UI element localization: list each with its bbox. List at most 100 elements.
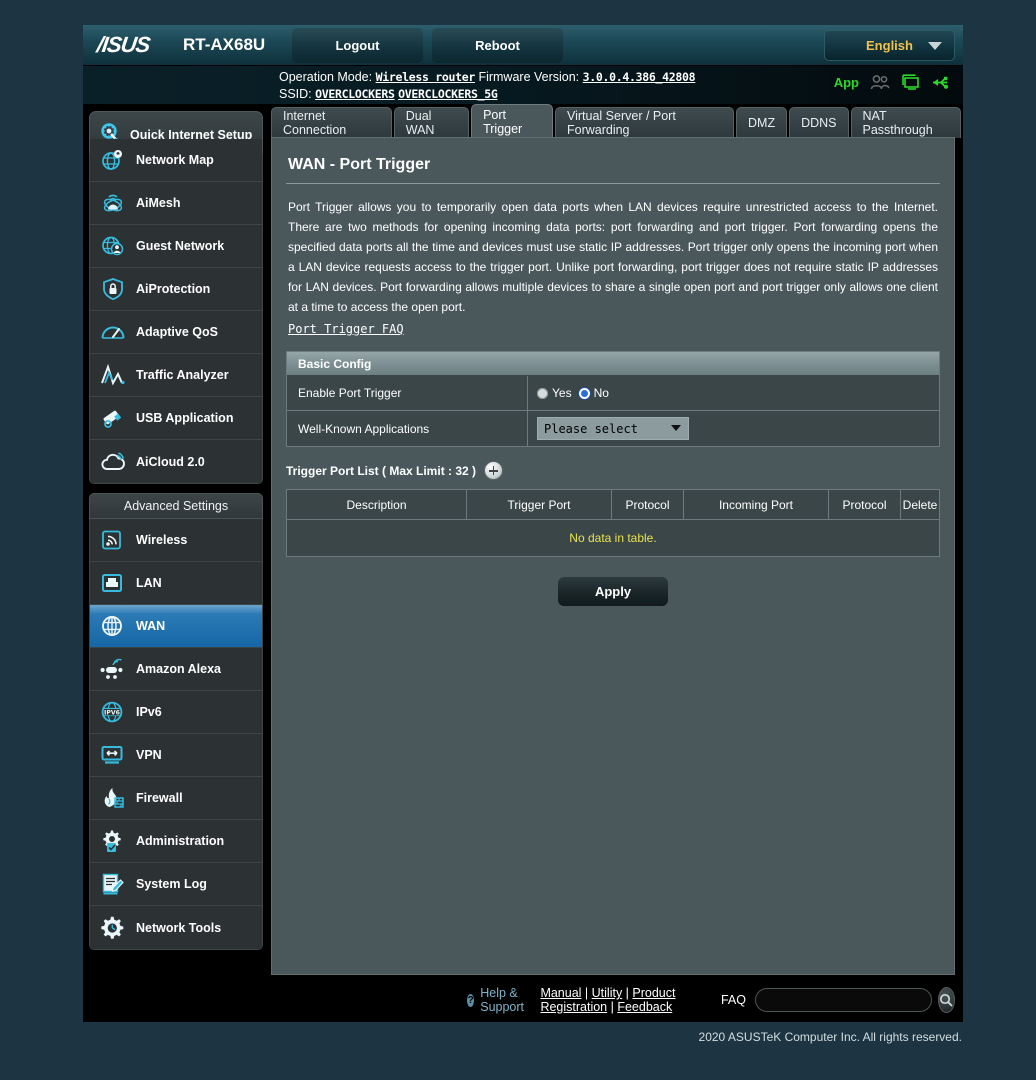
sidebar-item-label: Firewall [136, 791, 183, 805]
language-label: English [866, 38, 913, 53]
router-ui-shell: /ISUS RT-AX68U Logout Reboot English Ope… [83, 25, 963, 1022]
apply-button[interactable]: Apply [558, 577, 668, 606]
clients-icon[interactable] [870, 74, 890, 90]
operation-mode-line: Operation Mode: Wireless router Firmware… [279, 69, 696, 86]
usb-monitor-icon[interactable] [901, 74, 920, 90]
sidebar-item-amazon-alexa[interactable]: Amazon Alexa [90, 648, 262, 691]
tab-dual-wan[interactable]: Dual WAN [393, 107, 470, 138]
ssid-5g-value[interactable]: OVERCLOCKERS_5G [398, 87, 498, 101]
radio-no[interactable]: No [578, 386, 609, 400]
tab-dmz[interactable]: DMZ [736, 107, 788, 138]
tab-nat-passthrough[interactable]: NAT Passthrough [850, 107, 961, 138]
sidebar-item-network-tools[interactable]: Network Tools [90, 906, 262, 949]
adaptive-qos-icon [90, 320, 136, 344]
trigger-port-list-title: Trigger Port List ( Max Limit : 32 ) [286, 463, 477, 478]
enable-port-trigger-row: Enable Port Trigger Yes No [287, 376, 939, 411]
language-selector[interactable]: English [824, 30, 955, 61]
lan-icon [90, 571, 136, 595]
asus-logo: /ISUS [95, 32, 152, 57]
sidebar-item-adaptive-qos[interactable]: Adaptive QoS [90, 311, 262, 354]
sidebar-item-vpn[interactable]: VPN [90, 734, 262, 777]
sidebar-item-ipv6[interactable]: IPV6 IPv6 [90, 691, 262, 734]
title-divider [286, 183, 940, 184]
footer-link-manual[interactable]: Manual [540, 986, 581, 1000]
firmware-value[interactable]: 3.0.0.4.386_42808 [583, 70, 696, 84]
sidebar-item-wireless[interactable]: Wireless [90, 519, 262, 562]
ssid-2g-value[interactable]: OVERCLOCKERS [315, 87, 395, 101]
sidebar-item-label: Adaptive QoS [136, 325, 218, 339]
search-icon[interactable] [937, 987, 955, 1013]
add-plus-icon[interactable] [484, 461, 504, 480]
sidebar-item-label: AiCloud 2.0 [136, 454, 205, 469]
th-protocol-trigger: Protocol [612, 490, 684, 520]
footer-link-utility[interactable]: Utility [592, 986, 623, 1000]
logout-button[interactable]: Logout [292, 28, 423, 63]
sidebar-item-label: AiMesh [136, 196, 181, 210]
sidebar-item-label: Guest Network [136, 239, 225, 253]
sidebar-item-network-map[interactable]: Network Map [90, 139, 262, 182]
port-trigger-faq-link[interactable]: Port Trigger FAQ [288, 322, 404, 336]
aimesh-icon [90, 191, 136, 215]
faq-label: FAQ [720, 993, 746, 1007]
tab-internet-connection[interactable]: Internet Connection [271, 107, 392, 138]
amazon-alexa-icon [90, 657, 136, 681]
question-mark-icon: ? [467, 993, 475, 1007]
sidebar-item-traffic-analyzer[interactable]: Traffic Analyzer [90, 354, 262, 397]
well-known-applications-label: Well-Known Applications [287, 411, 528, 446]
tab-port-trigger[interactable]: Port Trigger [471, 104, 553, 138]
sidebar-section-general-list: Network Map AiMesh Guest Network AiProte… [89, 139, 263, 484]
sidebar-item-wan[interactable]: WAN [90, 605, 262, 648]
sidebar-item-aicloud[interactable]: AiCloud 2.0 [90, 440, 262, 483]
sidebar-item-aiprotection[interactable]: AiProtection [90, 268, 262, 311]
copyright-text: 2020 ASUSTeK Computer Inc. All rights re… [698, 1030, 962, 1044]
sidebar-item-aimesh[interactable]: AiMesh [90, 182, 262, 225]
tab-ddns[interactable]: DDNS [789, 107, 849, 138]
radio-yes[interactable]: Yes [537, 386, 572, 400]
sidebar: Quick Internet Setup General [83, 104, 279, 1022]
radio-yes-dot [537, 387, 548, 399]
help-support-label[interactable]: Help & Support [480, 986, 527, 1014]
administration-icon [90, 829, 136, 853]
tab-virtual-server-port-forwarding[interactable]: Virtual Server / Port Forwarding [554, 107, 735, 138]
sidebar-item-guest-network[interactable]: Guest Network [90, 225, 262, 268]
chevron-down-icon [928, 42, 942, 50]
sidebar-item-system-log[interactable]: System Log [90, 863, 262, 906]
top-bar: /ISUS RT-AX68U Logout Reboot English [83, 25, 963, 66]
sidebar-item-label: USB Application [136, 411, 234, 425]
radio-yes-label: Yes [552, 386, 572, 400]
firewall-icon [90, 786, 136, 810]
well-known-applications-select[interactable]: Please select [537, 417, 689, 440]
well-known-applications-value: Please select [544, 421, 638, 436]
operation-mode-label: Operation Mode: [279, 70, 373, 84]
sidebar-item-firewall[interactable]: Firewall [90, 777, 262, 820]
operation-mode-value[interactable]: Wireless router [376, 70, 476, 84]
network-tools-icon [90, 916, 136, 940]
sidebar-section-advanced-title: Advanced Settings [89, 493, 263, 519]
usb-application-icon [90, 406, 136, 430]
content-area: Internet Connection Dual WAN Port Trigge… [271, 104, 963, 1022]
sidebar-item-label: System Log [136, 877, 207, 891]
sidebar-item-lan[interactable]: LAN [90, 562, 262, 605]
vpn-icon [90, 743, 136, 767]
guest-network-icon [90, 234, 136, 258]
footer-link-feedback[interactable]: Feedback [617, 1000, 672, 1014]
sidebar-item-usb-application[interactable]: USB Application [90, 397, 262, 440]
footer-links: Manual | Utility | Product Registration … [540, 986, 676, 1014]
enable-port-trigger-radio-group: Yes No [537, 386, 609, 400]
status-icons: App [834, 74, 951, 90]
footer: ? Help & Support Manual | Utility | Prod… [459, 978, 955, 1022]
faq-search-input[interactable] [754, 988, 932, 1012]
main-panel: WAN - Port Trigger Port Trigger allows y… [271, 137, 955, 975]
radio-no-label: No [593, 386, 609, 400]
reboot-button[interactable]: Reboot [432, 28, 563, 63]
well-known-applications-row: Well-Known Applications Please select [287, 411, 939, 446]
ipv6-icon: IPV6 [90, 700, 136, 724]
sidebar-item-label: IPv6 [136, 705, 162, 719]
router-admin-page: /ISUS RT-AX68U Logout Reboot English Ope… [0, 0, 1036, 1080]
table-header-row: Description Trigger Port Protocol Incomi… [287, 490, 939, 520]
app-label[interactable]: App [834, 75, 859, 90]
traffic-analyzer-icon [90, 363, 136, 387]
usb-icon[interactable] [931, 75, 951, 90]
sidebar-item-label: Administration [136, 834, 225, 848]
sidebar-item-administration[interactable]: Administration [90, 820, 262, 863]
